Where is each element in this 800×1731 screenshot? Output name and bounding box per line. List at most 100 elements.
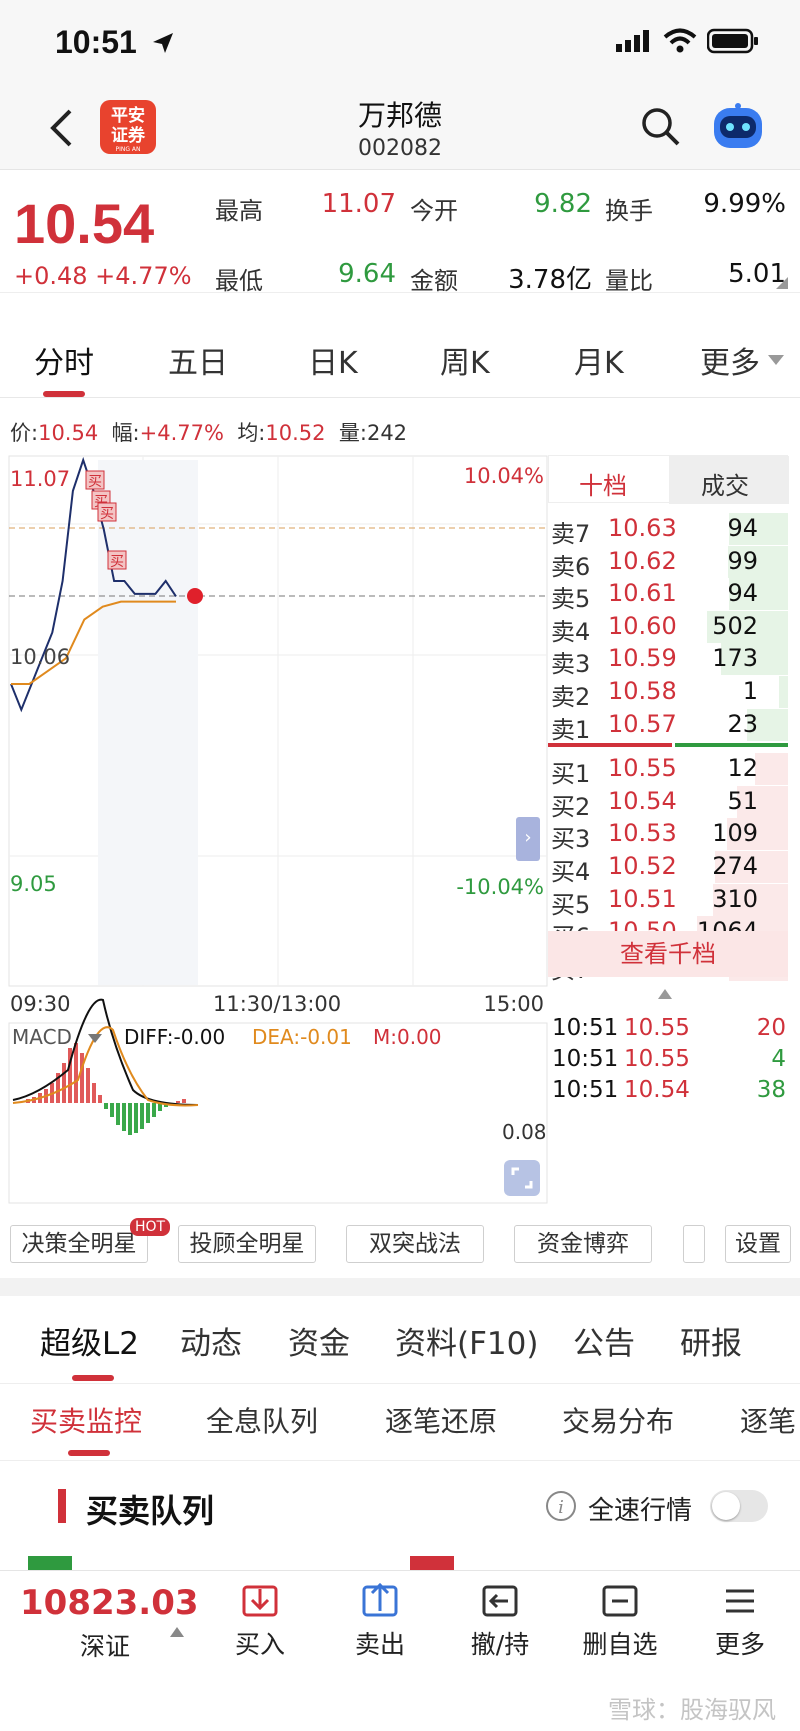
range-label: 幅: <box>111 421 140 445</box>
index-name[interactable]: 深证 <box>80 1627 130 1663</box>
tool-fund-game[interactable]: 资金博弈 <box>514 1225 652 1263</box>
tab-weekly-k[interactable]: 周K <box>440 338 490 382</box>
search-icon[interactable] <box>640 106 682 148</box>
ask-row[interactable]: 卖5 10.61 94 <box>548 576 788 613</box>
index-value[interactable]: 10823.03 <box>20 1583 199 1623</box>
ask-row[interactable]: 卖1 10.57 23 <box>548 707 788 744</box>
amount-value: 3.78亿 <box>508 265 592 295</box>
robot-assistant-icon[interactable] <box>710 102 766 152</box>
book-divider <box>548 743 788 748</box>
book-price: 10.61 <box>608 579 677 608</box>
trade-vol: 4 <box>771 1046 786 1072</box>
svg-text:i: i <box>558 1497 564 1518</box>
price-change: +0.48 +4.77% <box>14 262 192 290</box>
avg-label: 均: <box>237 421 266 445</box>
trade-price: 10.55 <box>624 1046 690 1072</box>
tool-double-break[interactable]: 双突战法 <box>346 1225 484 1263</box>
bid-row[interactable]: 买2 10.54 51 <box>548 784 788 821</box>
chevron-up-icon[interactable] <box>170 1627 184 1637</box>
ask-row[interactable]: 卖4 10.60 502 <box>548 609 788 646</box>
range-info: +4.77% <box>139 421 224 445</box>
book-vol: 502 <box>712 611 758 640</box>
book-tab-bar: 十档 成交 <box>548 455 789 504</box>
more-button[interactable]: 更多 <box>695 1571 785 1662</box>
status-time: 10:51 <box>55 24 137 60</box>
remove-watchlist-button[interactable]: 删自选 <box>575 1571 665 1662</box>
vol-label: 量: <box>338 421 367 445</box>
tab-full-queue[interactable]: 全息队列 <box>206 1400 318 1440</box>
ask-row[interactable]: 卖2 10.58 1 <box>548 674 788 711</box>
expand-corner-icon[interactable] <box>776 277 788 289</box>
ask-row[interactable]: 卖6 10.62 99 <box>548 544 788 581</box>
info-icon[interactable]: i <box>545 1490 577 1522</box>
ask-row[interactable]: 卖3 10.59 173 <box>548 641 788 678</box>
bid-row[interactable]: 买5 10.51 310 <box>548 882 788 919</box>
y-label-bottom-pct: -10.04% <box>456 875 544 899</box>
tab-f10[interactable]: 资料(F10) <box>395 1318 538 1363</box>
high-label: 最高 <box>215 197 263 225</box>
tab-monthly-k[interactable]: 月K <box>574 338 624 382</box>
open-value: 9.82 <box>534 189 592 219</box>
tab-daily-k[interactable]: 日K <box>308 338 358 382</box>
tab-order-monitor[interactable]: 买卖监控 <box>30 1400 142 1440</box>
sell-icon <box>362 1583 398 1617</box>
tab-tick[interactable]: 逐笔 <box>740 1400 796 1440</box>
intraday-chart[interactable]: 买买买买 11.07 10.06 9.05 10.04% -10.04% 09:… <box>8 455 548 1215</box>
tab-tick-replay[interactable]: 逐笔还原 <box>385 1400 497 1440</box>
tab-more[interactable]: 更多 <box>700 338 760 382</box>
trade-vol: 20 <box>756 1015 786 1041</box>
buy-marker: 买 <box>88 474 102 490</box>
tool-advisor-stars[interactable]: 投顾全明星 <box>178 1225 316 1263</box>
trade-vol: 38 <box>756 1077 786 1103</box>
book-name: 卖1 <box>551 715 591 744</box>
tab-ten-levels[interactable]: 十档 <box>579 466 627 501</box>
macd-bars <box>26 1043 186 1135</box>
macd-indicator-select[interactable]: MACD <box>12 1025 72 1049</box>
book-vol: 94 <box>727 514 758 542</box>
section-gap <box>0 1278 800 1296</box>
buy-icon <box>242 1585 278 1617</box>
chevron-up-icon[interactable] <box>658 989 672 999</box>
bid-row[interactable]: 买3 10.53 109 <box>548 816 788 853</box>
status-bar: 10:51 <box>0 0 800 88</box>
trade-row: 10:51 10.55 20 <box>552 1015 788 1045</box>
high-value: 11.07 <box>321 189 396 219</box>
fullspeed-toggle[interactable] <box>710 1490 768 1522</box>
sell-label: 卖出 <box>354 1630 405 1659</box>
tab3-indicator <box>68 1450 110 1456</box>
expand-book-icon[interactable]: › <box>516 817 540 861</box>
bid-row[interactable]: 买4 10.52 274 <box>548 849 788 886</box>
tab-intraday[interactable]: 分时 <box>34 338 94 382</box>
buy-label: 买入 <box>234 1630 285 1659</box>
tool-settings[interactable]: 设置 <box>725 1225 791 1263</box>
amount-label: 金额 <box>410 267 458 295</box>
y-label-top: 11.07 <box>10 467 71 491</box>
tab-announcements[interactable]: 公告 <box>573 1318 635 1363</box>
tab-five-day[interactable]: 五日 <box>168 338 228 382</box>
vol-ratio-label: 量比 <box>605 267 653 295</box>
tab-research[interactable]: 研报 <box>680 1318 742 1363</box>
tab-funds[interactable]: 资金 <box>288 1318 350 1363</box>
ask-row[interactable]: 卖7 10.63 94 <box>548 511 788 548</box>
cancel-hold-label: 撤/持 <box>470 1630 530 1659</box>
fullscreen-icon[interactable] <box>504 1160 540 1196</box>
buy-button[interactable]: 买入 <box>215 1571 305 1662</box>
remove-watchlist-label: 删自选 <box>582 1630 658 1659</box>
buy-marker: 买 <box>110 554 124 570</box>
sell-button[interactable]: 卖出 <box>335 1571 425 1662</box>
undo-icon <box>482 1585 518 1617</box>
x-label-open: 09:30 <box>10 992 71 1016</box>
tab-super-l2[interactable]: 超级L2 <box>40 1318 139 1363</box>
tab-trade-distribution[interactable]: 交易分布 <box>562 1400 674 1440</box>
tool-partial[interactable] <box>683 1225 705 1263</box>
chart-period-tabs: 分时 五日 日K 周K 月K 更多 <box>0 292 800 398</box>
trade-price: 10.54 <box>624 1077 690 1103</box>
tool-decision-stars[interactable]: 决策全明星 <box>10 1225 148 1263</box>
cancel-hold-button[interactable]: 撤/持 <box>455 1571 545 1662</box>
tab-dynamics[interactable]: 动态 <box>180 1318 242 1363</box>
view-thousand-levels-button[interactable]: 查看千档 <box>548 931 788 977</box>
bid-row[interactable]: 买1 10.55 12 <box>548 751 788 788</box>
location-arrow-icon <box>153 33 173 53</box>
chevron-down-icon <box>768 355 784 365</box>
tab-trades[interactable]: 成交 <box>701 466 749 501</box>
